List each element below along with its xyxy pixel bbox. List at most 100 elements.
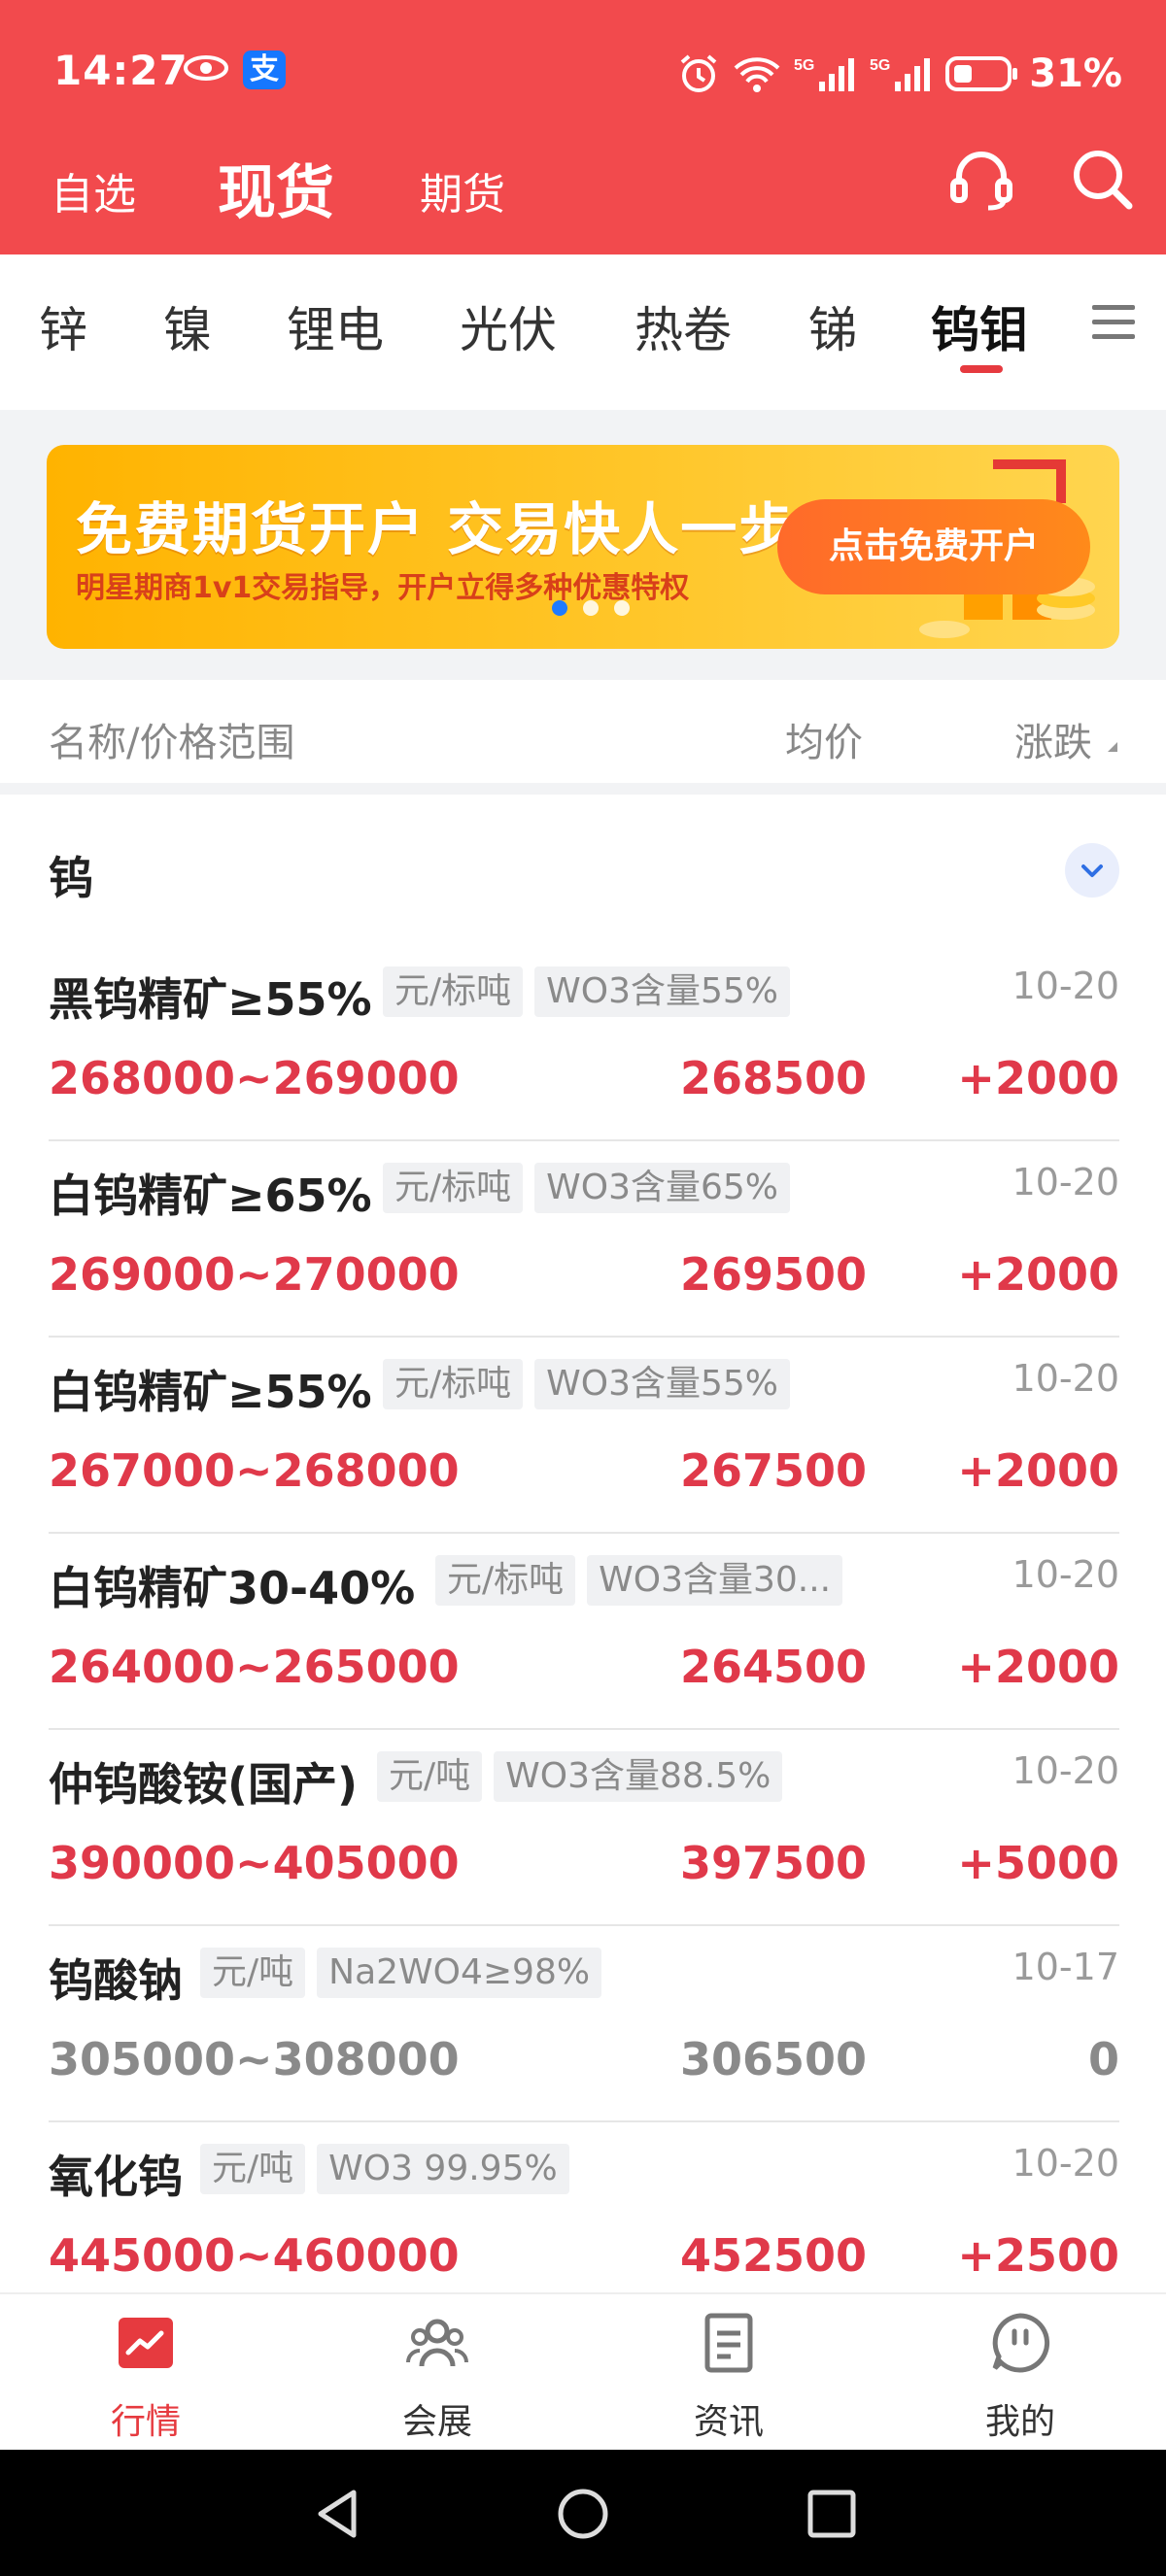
tab-exhibition[interactable]: 会展: [292, 2294, 583, 2452]
item-price-range: 268000~269000: [49, 1052, 460, 1104]
spec-tag: WO3含量55%: [534, 1359, 790, 1409]
item-avg-price: 267500: [679, 1444, 867, 1497]
tab-watchlist[interactable]: 自选: [51, 159, 136, 221]
item-avg-price: 452500: [679, 2229, 867, 2282]
carousel-dot-1[interactable]: [552, 600, 567, 616]
wifi-icon: [734, 57, 780, 92]
status-time: 14:27: [53, 47, 189, 94]
category-antimony[interactable]: 锑: [808, 291, 857, 361]
list-item[interactable]: 黑钨精矿≥55% 元/标吨 WO3含量55% 10-20 268000~2690…: [49, 945, 1119, 1141]
item-date: 10-20: [1012, 1553, 1119, 1596]
item-avg-price: 397500: [679, 1837, 867, 1889]
item-price-range: 267000~268000: [49, 1444, 460, 1497]
category-nickel[interactable]: 镍: [163, 291, 212, 361]
item-price-range: 305000~308000: [49, 2033, 460, 2085]
alarm-icon: [680, 54, 717, 92]
category-tungsten-molybdenum[interactable]: 钨钼: [931, 291, 1028, 361]
tab-news[interactable]: 资讯: [583, 2294, 874, 2452]
category-photovoltaic[interactable]: 光伏: [460, 291, 557, 361]
battery-icon: [945, 56, 1018, 91]
group-collapse-toggle[interactable]: [1065, 843, 1119, 898]
list-item[interactable]: 钨酸钠 元/吨 Na2WO4≥98% 10-17 305000~308000 3…: [49, 1926, 1119, 2122]
item-name: 钨酸钠: [49, 1954, 183, 2007]
unit-tag: 元/标吨: [383, 1163, 524, 1213]
spec-tag: WO3含量88.5%: [494, 1751, 783, 1802]
column-change[interactable]: 涨跌: [1014, 711, 1092, 767]
tab-label: 行情: [110, 2402, 181, 2442]
status-bar: 14:27 支 5G 5G 31%: [0, 0, 1166, 146]
item-name: 黑钨精矿≥55%: [49, 973, 372, 1026]
spec-tag: WO3 99.95%: [317, 2144, 569, 2194]
list-item[interactable]: 白钨精矿30-40% 元/标吨 WO3含量30... 10-20 264000~…: [49, 1534, 1119, 1730]
category-hot-rolled[interactable]: 热卷: [634, 291, 732, 361]
list-item[interactable]: 氧化钨 元/吨 WO3 99.95% 10-20 445000~460000 4…: [49, 2122, 1119, 2292]
item-name: 白钨精矿≥55%: [49, 1366, 372, 1418]
carousel-dot-2[interactable]: [583, 600, 599, 616]
item-avg-price: 269500: [679, 1248, 867, 1301]
signal-5g-icon-2: 5G: [870, 57, 931, 91]
tab-futures[interactable]: 期货: [420, 159, 505, 221]
unit-tag: 元/吨: [377, 1751, 483, 1802]
tab-profile[interactable]: 我的: [874, 2294, 1166, 2452]
list-item[interactable]: 仲钨酸铵(国产) 元/吨 WO3含量88.5% 10-20 390000~405…: [49, 1730, 1119, 1926]
promo-banner[interactable]: 免费期货开户 交易快人一步 明星期商1v1交易指导，开户立得多种优惠特权 点击免…: [47, 445, 1119, 649]
back-icon[interactable]: [311, 2487, 365, 2541]
list-item[interactable]: 白钨精矿≥65% 元/标吨 WO3含量65% 10-20 269000~2700…: [49, 1141, 1119, 1338]
bottom-tab-bar: 行情 会展 资讯 我的: [0, 2292, 1166, 2450]
app-header: 14:27 支 5G 5G 31% 自选 现货 期货: [0, 0, 1166, 254]
item-date: 10-20: [1012, 1161, 1119, 1203]
recents-icon[interactable]: [805, 2487, 859, 2541]
item-avg-price: 264500: [679, 1641, 867, 1693]
banner-title: 免费期货开户 交易快人一步: [76, 496, 798, 562]
search-icon[interactable]: [1069, 146, 1137, 214]
item-tags: 元/标吨 WO3含量30...: [435, 1555, 854, 1606]
unit-tag: 元/吨: [200, 2144, 306, 2194]
item-avg-price: 306500: [679, 2033, 867, 2085]
group-title: 钨: [49, 852, 93, 904]
item-name: 白钨精矿30-40%: [49, 1562, 416, 1614]
item-date: 10-20: [1012, 1749, 1119, 1792]
people-icon: [406, 2319, 468, 2367]
carousel-dots: [552, 600, 645, 616]
item-name: 白钨精矿≥65%: [49, 1169, 372, 1222]
headset-icon[interactable]: [947, 146, 1015, 214]
spec-tag: WO3含量30...: [587, 1555, 843, 1606]
list-item[interactable]: 白钨精矿≥55% 元/标吨 WO3含量55% 10-20 267000~2680…: [49, 1338, 1119, 1534]
category-zinc[interactable]: 锌: [39, 291, 87, 361]
unit-tag: 元/吨: [200, 1948, 306, 1998]
column-header: 名称/价格范围 均价 涨跌: [0, 680, 1166, 795]
category-tabs: 锌 镍 锂电 光伏 热卷 锑 钨钼: [0, 254, 1166, 410]
signal-5g-icon: 5G: [794, 57, 855, 91]
item-avg-price: 268500: [679, 1052, 867, 1104]
top-nav: 自选 现货 期货: [0, 146, 1166, 254]
unit-tag: 元/标吨: [435, 1555, 576, 1606]
item-tags: 元/标吨 WO3含量65%: [383, 1163, 802, 1213]
unit-tag: 元/标吨: [383, 1359, 524, 1409]
alipay-icon: 支: [243, 51, 286, 89]
tab-spot[interactable]: 现货: [218, 146, 334, 230]
item-change: 0: [1087, 2033, 1119, 2085]
spec-tag: WO3含量55%: [534, 966, 790, 1017]
svg-text:5G: 5G: [794, 57, 814, 74]
category-lithium[interactable]: 锂电: [287, 291, 384, 361]
tab-label: 我的: [984, 2402, 1055, 2442]
item-tags: 元/标吨 WO3含量55%: [383, 1359, 802, 1409]
spec-tag: Na2WO4≥98%: [317, 1948, 602, 1998]
item-tags: 元/吨 WO3 99.95%: [200, 2144, 581, 2194]
item-price-range: 264000~265000: [49, 1641, 460, 1693]
banner-open-account-button[interactable]: 点击免费开户: [777, 499, 1090, 594]
item-price-range: 390000~405000: [49, 1837, 460, 1889]
carousel-dot-3[interactable]: [614, 600, 630, 616]
spec-tag: WO3含量65%: [534, 1163, 790, 1213]
profile-icon: [992, 2313, 1050, 2373]
item-tags: 元/标吨 WO3含量55%: [383, 966, 802, 1017]
tab-market[interactable]: 行情: [0, 2294, 292, 2452]
chevron-down-icon: [1081, 864, 1103, 877]
column-avg-price[interactable]: 均价: [785, 711, 863, 767]
unit-tag: 元/标吨: [383, 966, 524, 1017]
menu-icon[interactable]: [1090, 301, 1137, 344]
sort-icon[interactable]: [1106, 740, 1119, 754]
home-icon[interactable]: [556, 2487, 610, 2541]
price-list: 钨 黑钨精矿≥55% 元/标吨 WO3含量55% 10-20 268000~26…: [0, 795, 1166, 2292]
item-change: +2500: [957, 2229, 1119, 2282]
